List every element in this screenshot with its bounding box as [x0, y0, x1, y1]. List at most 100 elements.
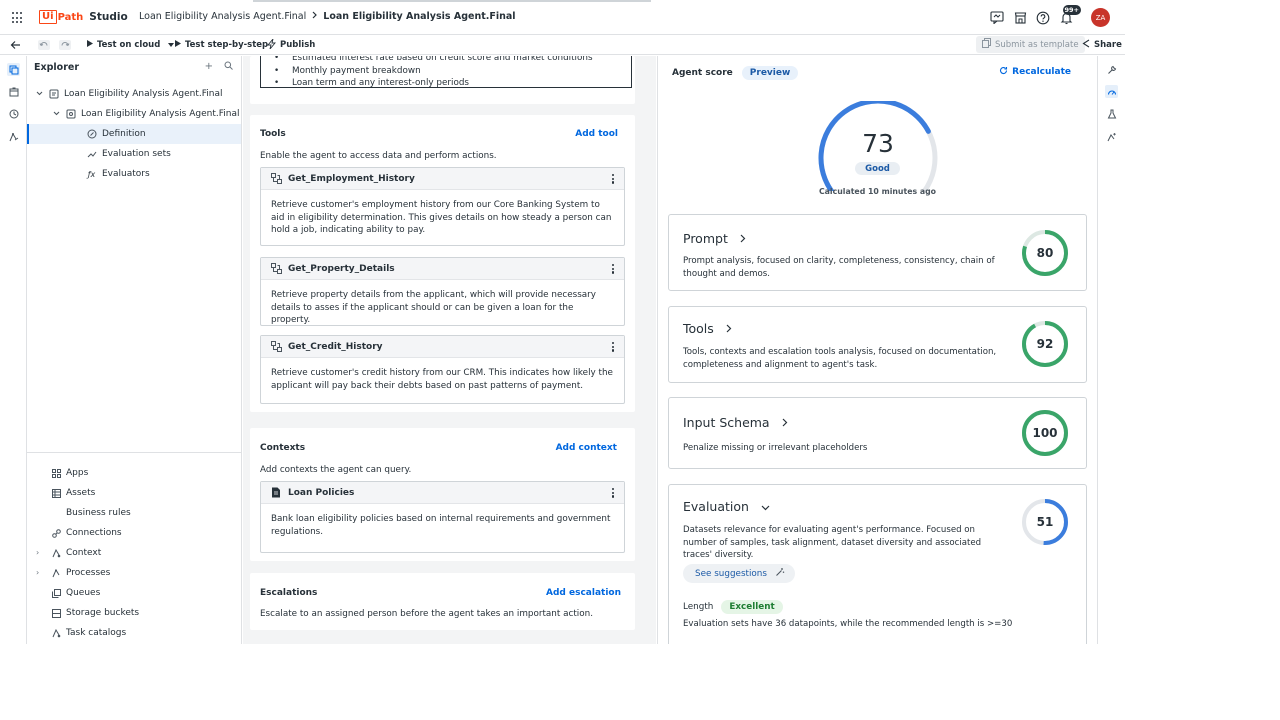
chevron-right-icon[interactable]: [740, 231, 746, 246]
tool-header: Get_Property_Details: [261, 258, 624, 280]
explorer-icon[interactable]: [7, 63, 20, 76]
tree-label-agent: Loan Eligibility Analysis Agent.Final: [81, 109, 240, 119]
publish-button[interactable]: Publish: [267, 35, 315, 55]
chevron-right-icon[interactable]: ›: [36, 568, 39, 577]
add-context-button[interactable]: Add context: [556, 443, 617, 453]
score-rating-badge: Good: [855, 162, 900, 175]
tree-item-evaluation-sets[interactable]: Evaluation sets: [27, 144, 241, 164]
prompt-score-card[interactable]: Prompt Prompt analysis, focused on clari…: [668, 214, 1087, 291]
app-launcher-icon[interactable]: [12, 12, 24, 24]
score-card-title: Tools: [683, 321, 732, 336]
notifications-icon[interactable]: 99+: [1058, 4, 1081, 26]
resource-assets[interactable]: Assets: [51, 484, 95, 502]
add-escalation-button[interactable]: Add escalation: [546, 588, 621, 598]
resource-queues[interactable]: Queues: [51, 584, 100, 602]
test-step-by-step-button[interactable]: Test step-by-step: [175, 35, 268, 55]
feedback-icon[interactable]: [989, 10, 1005, 26]
store-icon[interactable]: [1012, 10, 1028, 26]
avatar[interactable]: ZA: [1091, 8, 1110, 27]
queues-icon: [51, 588, 61, 598]
tree-item-agent[interactable]: Loan Eligibility Analysis Agent.Final: [27, 104, 241, 124]
test-on-cloud-label: Test on cloud: [97, 40, 161, 50]
resource-label-connections: Connections: [66, 528, 122, 538]
tool-item[interactable]: Get_Credit_History Retrieve customer's c…: [260, 335, 625, 404]
copy-icon: [982, 38, 991, 51]
help-icon[interactable]: [1035, 10, 1051, 26]
tools-score-card[interactable]: Tools Tools, contexts and escalation too…: [668, 306, 1087, 383]
right-tool-rail: [1097, 56, 1125, 644]
more-options-icon[interactable]: [611, 264, 614, 274]
context-header: Loan Policies: [261, 482, 624, 504]
share-button[interactable]: Share: [1082, 35, 1122, 55]
escalations-title: Escalations: [260, 588, 318, 598]
uipath-logo[interactable]: Ui Path Studio: [39, 10, 128, 24]
recalculate-button[interactable]: Recalculate: [999, 66, 1071, 78]
tool-header: Get_Credit_History: [261, 336, 624, 358]
see-suggestions-button[interactable]: See suggestions: [683, 564, 795, 583]
tree-item-evaluators[interactable]: ƒx Evaluators: [27, 164, 241, 184]
chevron-right-icon[interactable]: ›: [36, 548, 39, 557]
agent-icon[interactable]: [7, 130, 20, 143]
flask-icon[interactable]: [1105, 107, 1118, 120]
calculated-timestamp: Calculated 10 minutes ago: [818, 187, 937, 196]
sparkle-agent-icon[interactable]: [1105, 130, 1118, 143]
context-item[interactable]: Loan Policies Bank loan eligibility poli…: [260, 481, 625, 553]
score-card-title-text: Evaluation: [683, 499, 749, 514]
agent-score-icon[interactable]: [1105, 85, 1118, 98]
chevron-right-icon[interactable]: [782, 415, 788, 430]
see-suggestions-label: See suggestions: [695, 568, 767, 579]
search-icon[interactable]: [224, 61, 233, 73]
resource-processes[interactable]: Processes: [51, 564, 110, 582]
score-value: 80: [1036, 246, 1054, 260]
tree-label-evaluation-sets: Evaluation sets: [102, 149, 171, 159]
resource-business-rules[interactable]: Business rules: [66, 504, 131, 522]
submit-as-template-button[interactable]: Submit as template: [976, 36, 1085, 53]
back-arrow-icon[interactable]: [10, 35, 21, 55]
resource-task-catalogs[interactable]: Task catalogs: [51, 624, 126, 642]
resource-apps[interactable]: Apps: [51, 464, 88, 482]
caret-down-icon[interactable]: [168, 40, 175, 50]
more-options-icon[interactable]: [611, 488, 614, 498]
breadcrumb: Loan Eligibility Analysis Agent.Final Lo…: [139, 11, 516, 22]
evaluation-score-card[interactable]: Evaluation Datasets relevance for evalua…: [668, 484, 1087, 644]
explorer-panel: Explorer + Loan Eligibility Analysis Age…: [27, 56, 242, 644]
tools-title: Tools: [260, 129, 286, 139]
explorer-divider: [27, 452, 241, 453]
more-options-icon[interactable]: [611, 174, 614, 184]
undo-icon[interactable]: [38, 35, 50, 55]
publish-icon: [267, 38, 276, 52]
notification-count-badge: 99+: [1062, 4, 1081, 15]
tool-item[interactable]: Get_Employment_History Retrieve customer…: [260, 167, 625, 246]
chevron-down-icon[interactable]: [36, 90, 48, 98]
package-icon[interactable]: [7, 85, 20, 98]
chevron-right-icon[interactable]: [726, 321, 732, 336]
add-icon[interactable]: +: [205, 61, 213, 73]
resource-context[interactable]: Context: [51, 544, 101, 562]
add-tool-button[interactable]: Add tool: [575, 129, 618, 139]
resource-label-storage-buckets: Storage buckets: [66, 608, 140, 618]
product-name: Studio: [89, 11, 128, 23]
tree-item-definition[interactable]: Definition: [27, 124, 241, 144]
chevron-down-icon[interactable]: [53, 109, 65, 119]
tool-item[interactable]: Get_Property_Details Retrieve property d…: [260, 257, 625, 326]
more-options-icon[interactable]: [611, 342, 614, 352]
chevron-down-icon[interactable]: [761, 499, 770, 514]
redo-icon[interactable]: [59, 35, 71, 55]
length-description: Evaluation sets have 36 datapoints, whil…: [683, 619, 1013, 629]
resource-storage-buckets[interactable]: Storage buckets: [51, 604, 139, 622]
tool-name: Get_Employment_History: [288, 173, 415, 184]
breadcrumb-parent[interactable]: Loan Eligibility Analysis Agent.Final: [139, 11, 306, 22]
tree-label-project: Loan Eligibility Analysis Agent.Final: [64, 89, 223, 99]
chevron-right-icon: [311, 11, 318, 22]
share-icon: [1082, 39, 1090, 51]
context-name: Loan Policies: [288, 487, 355, 498]
score-card-description: Penalize missing or irrelevant placehold…: [683, 443, 868, 453]
history-icon[interactable]: [7, 107, 20, 120]
tree-item-project[interactable]: Loan Eligibility Analysis Agent.Final: [27, 84, 241, 104]
submit-template-label: Submit as template: [995, 39, 1079, 50]
resource-connections[interactable]: Connections: [51, 524, 122, 542]
connections-icon: [51, 528, 61, 538]
wrench-icon[interactable]: [1105, 63, 1118, 76]
test-on-cloud-button[interactable]: Test on cloud: [87, 35, 175, 55]
input-schema-score-card[interactable]: Input Schema Penalize missing or irrelev…: [668, 397, 1087, 469]
